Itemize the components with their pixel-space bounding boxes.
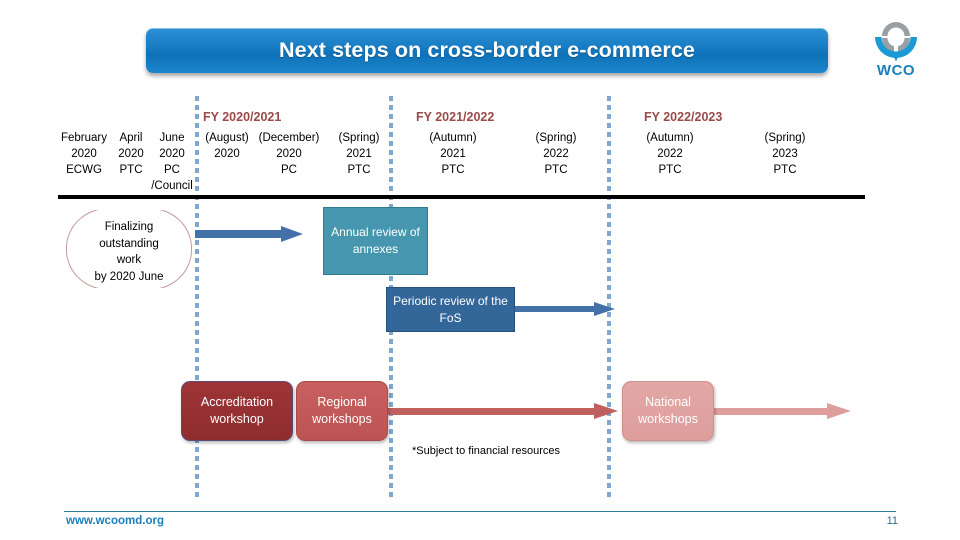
annual-review-box[interactable]: Annual review of annexes xyxy=(323,207,428,275)
milestone-body-2: /Council xyxy=(151,180,193,192)
milestone-body: PC xyxy=(281,164,297,176)
periodic-review-label: Periodic review of the FoS xyxy=(393,293,508,325)
milestone-period: (Autumn) xyxy=(646,132,694,144)
milestone-june-2020: June 2020 PC /Council xyxy=(150,130,194,194)
wco-logo-mark xyxy=(875,22,917,62)
milestone-year: 2020 xyxy=(276,148,302,160)
milestone-spring-2023: (Spring) 2023 PTC xyxy=(756,130,814,178)
fy-separator-3 xyxy=(607,96,611,500)
milestone-year: 2020 xyxy=(214,148,240,160)
footer-page-number: 11 xyxy=(886,515,898,527)
milestone-year: 2020 xyxy=(71,148,97,160)
fy-label-2022-2023: FY 2022/2023 xyxy=(644,110,723,124)
milestone-february-2020: February 2020 ECWG xyxy=(58,130,110,178)
milestone-period: April xyxy=(119,132,143,144)
milestone-period: June xyxy=(159,132,185,144)
arrow-head xyxy=(594,403,618,419)
bracket-label: Finalizing outstanding work by 2020 June xyxy=(67,219,191,285)
milestone-spring-2022: (Spring) 2022 PTC xyxy=(527,130,585,178)
milestone-year: 2021 xyxy=(440,148,466,160)
milestone-period: (Spring) xyxy=(338,132,380,144)
finalizing-work-bracket: Finalizing outstanding work by 2020 June xyxy=(66,206,192,292)
milestone-body: ECWG xyxy=(66,164,102,176)
slide-canvas: Next steps on cross-border e-commerce WC… xyxy=(0,0,960,540)
bracket-line-1: Finalizing xyxy=(104,221,154,233)
arrow-from-periodic-review xyxy=(512,301,620,316)
milestone-year: 2021 xyxy=(346,148,372,160)
accreditation-workshop-label: Accreditation workshop xyxy=(200,395,274,426)
milestone-year: 2022 xyxy=(657,148,683,160)
bracket-mask-bottom xyxy=(85,288,173,292)
regional-workshops-box[interactable]: Regional workshops xyxy=(296,381,388,441)
milestone-april-2020: April 2020 PTC xyxy=(110,130,152,178)
milestone-august-2020: (August) 2020 xyxy=(198,130,256,162)
milestone-period: February xyxy=(60,132,108,144)
arrow-head xyxy=(827,403,851,419)
milestone-body: PTC xyxy=(658,164,682,176)
fy-label-2021-2022: FY 2021/2022 xyxy=(416,110,495,124)
page-title: Next steps on cross-border e-commerce xyxy=(279,38,695,62)
national-workshops-label: National workshops xyxy=(638,395,698,426)
wco-logo: WCO xyxy=(862,18,930,82)
milestone-period: (Spring) xyxy=(764,132,806,144)
periodic-review-box[interactable]: Periodic review of the FoS xyxy=(386,287,515,332)
arrow-head xyxy=(594,301,615,316)
milestone-year: 2023 xyxy=(772,148,798,160)
milestone-autumn-2021: (Autumn) 2021 PTC xyxy=(422,130,484,178)
milestone-body: PTC xyxy=(347,164,371,176)
bracket-mask-top xyxy=(85,206,173,210)
milestone-year: 2022 xyxy=(543,148,569,160)
arrow-shaft xyxy=(386,408,602,415)
annual-review-label: Annual review of annexes xyxy=(331,225,420,256)
arrow-regional-to-national xyxy=(386,403,626,419)
milestone-spring-2021: (Spring) 2021 PTC xyxy=(330,130,388,178)
milestone-period: (Autumn) xyxy=(429,132,477,144)
milestone-december-2020: (December) 2020 PC xyxy=(256,130,322,178)
arrow-shaft xyxy=(195,230,287,238)
milestone-year: 2020 xyxy=(118,148,144,160)
bracket-line-4: by 2020 June xyxy=(94,270,164,283)
arrow-head xyxy=(281,225,303,242)
wco-logo-text: WCO xyxy=(876,62,916,79)
milestone-period: (Spring) xyxy=(535,132,577,144)
national-workshops-box[interactable]: National workshops xyxy=(622,381,714,441)
footnote-financial-resources: *Subject to financial resources xyxy=(412,445,560,457)
milestone-autumn-2022: (Autumn) 2022 PTC xyxy=(639,130,701,178)
arrow-shaft xyxy=(711,408,833,415)
accreditation-workshop-box[interactable]: Accreditation workshop xyxy=(181,381,293,441)
footer-website-link[interactable]: www.wcoomd.org xyxy=(66,515,164,527)
milestone-body: PTC xyxy=(544,164,568,176)
milestone-body: PTC xyxy=(441,164,465,176)
bracket-line-3: work xyxy=(116,254,142,266)
milestone-period: (August) xyxy=(205,132,249,144)
arrow-from-national-workshops xyxy=(711,403,859,419)
footer-divider xyxy=(64,511,896,512)
slide-title-banner: Next steps on cross-border e-commerce xyxy=(146,28,828,73)
milestone-year: 2020 xyxy=(159,148,185,160)
arrow-to-annual-review xyxy=(195,225,305,242)
milestone-body: PC xyxy=(164,164,180,176)
bracket-line-2: outstanding xyxy=(99,237,159,250)
regional-workshops-label: Regional workshops xyxy=(312,395,372,426)
arrow-shaft xyxy=(512,306,600,312)
fy-label-2020-2021: FY 2020/2021 xyxy=(203,110,282,124)
milestone-body: PTC xyxy=(119,164,143,176)
timeline-axis-bar xyxy=(58,195,865,199)
milestone-period: (December) xyxy=(258,132,320,144)
milestone-body: PTC xyxy=(773,164,797,176)
